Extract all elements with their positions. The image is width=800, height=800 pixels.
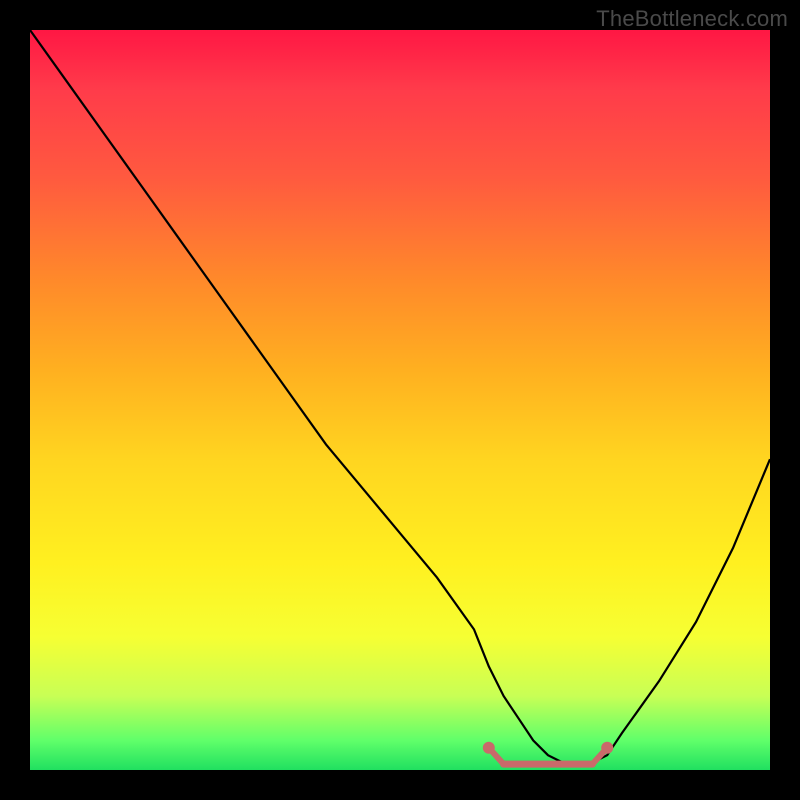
watermark-text: TheBottleneck.com	[596, 6, 788, 32]
bottleneck-curve-path	[30, 30, 770, 763]
plot-area	[30, 30, 770, 770]
optimal-left-connector	[489, 748, 504, 764]
chart-frame: TheBottleneck.com	[0, 0, 800, 800]
curve-svg	[30, 30, 770, 770]
